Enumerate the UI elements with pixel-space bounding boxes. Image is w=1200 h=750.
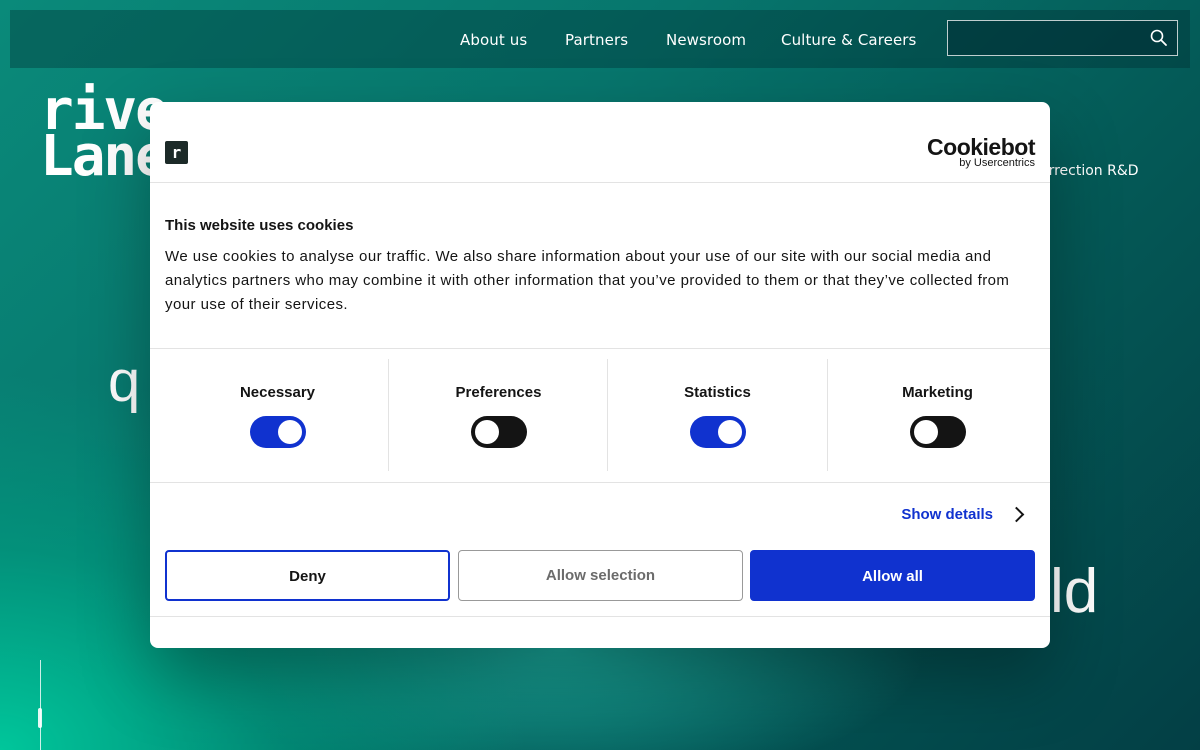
dialog-footer-divider (150, 616, 1050, 617)
nav-newsroom[interactable]: Newsroom (666, 31, 746, 49)
cookiebot-logo[interactable]: Cookiebot by Usercentrics (927, 134, 1035, 170)
hero-heading-fragment-right: ld (1050, 557, 1099, 626)
dialog-title: This website uses cookies (165, 217, 354, 234)
dialog-description: We use cookies to analyse our traffic. W… (165, 248, 1010, 313)
cookie-consent-dialog: r Cookiebot by Usercentrics This website… (150, 102, 1050, 648)
preferences-toggle[interactable] (470, 416, 527, 448)
nav-culture-careers[interactable]: Culture & Careers (781, 31, 916, 49)
dialog-header: r Cookiebot by Usercentrics (150, 102, 1050, 183)
cookiebot-logo-name: Cookiebot (927, 134, 1035, 160)
hero-heading-fragment-left: q (108, 349, 141, 414)
category-preferences: Preferences (388, 359, 608, 471)
category-label: Necessary (239, 384, 316, 401)
toggle-knob (717, 420, 742, 444)
show-details-label: Show details (901, 506, 993, 523)
toggle-knob (474, 420, 499, 444)
top-nav-bar: About us Partners Newsroom Culture & Car… (10, 10, 1190, 68)
scroll-indicator-line (40, 660, 41, 750)
marketing-toggle[interactable] (909, 416, 966, 448)
category-necessary: Necessary (168, 359, 387, 471)
subnav-link-partial[interactable]: orrection R&D (1040, 163, 1139, 179)
site-logo[interactable]: rive Lane (40, 83, 169, 189)
search-icon[interactable] (1149, 28, 1169, 48)
chevron-right-icon (1008, 506, 1025, 523)
show-details-link[interactable]: Show details (901, 506, 1025, 523)
search-box (947, 20, 1178, 56)
toggle-knob (913, 420, 938, 444)
nav-partners[interactable]: Partners (565, 31, 628, 49)
category-marketing: Marketing (827, 359, 1047, 471)
statistics-toggle[interactable] (689, 416, 746, 448)
necessary-toggle[interactable] (249, 416, 306, 448)
site-logo-badge: r (165, 141, 188, 164)
category-label: Marketing (902, 384, 973, 401)
logo-line-2: Lane (40, 124, 169, 189)
category-statistics: Statistics (607, 359, 827, 471)
allow-selection-button[interactable]: Allow selection (458, 550, 743, 601)
consent-categories: Necessary Preferences Statistics Marketi… (150, 348, 1050, 483)
category-label: Preferences (455, 384, 542, 401)
nav-about-us[interactable]: About us (460, 31, 527, 49)
deny-button[interactable]: Deny (165, 550, 450, 601)
search-input[interactable] (948, 21, 1143, 55)
toggle-knob (277, 420, 302, 444)
scroll-indicator-marker (38, 708, 42, 728)
category-label: Statistics (684, 384, 751, 401)
allow-all-button[interactable]: Allow all (750, 550, 1035, 601)
